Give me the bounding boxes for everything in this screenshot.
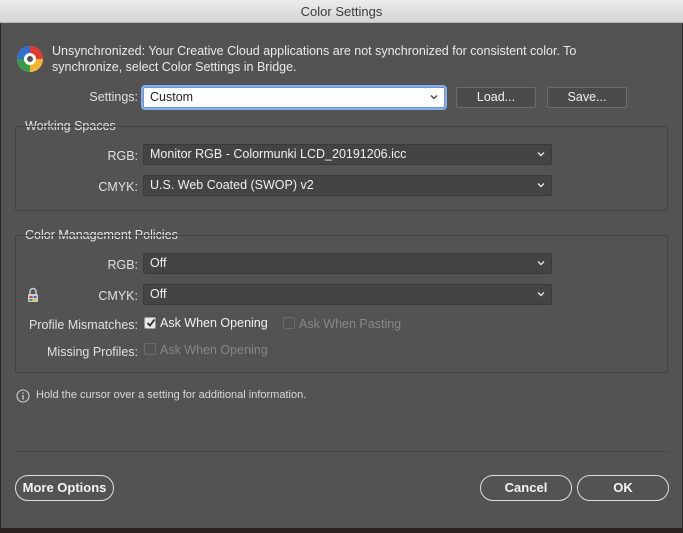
more-options-button[interactable]: More Options bbox=[15, 475, 114, 501]
settings-select[interactable]: Custom bbox=[143, 87, 445, 108]
background-app-strip bbox=[0, 528, 683, 533]
sync-message: Unsynchronized: Your Creative Cloud appl… bbox=[52, 43, 652, 75]
ws-cmyk-label: CMYK: bbox=[98, 180, 138, 194]
profile-mismatches-label: Profile Mismatches: bbox=[28, 318, 138, 332]
chevron-down-icon bbox=[430, 95, 438, 100]
chevron-down-icon bbox=[537, 292, 545, 297]
ws-rgb-label: RGB: bbox=[107, 149, 138, 163]
policy-rgb-label: RGB: bbox=[107, 258, 138, 272]
sync-color-wheel-icon bbox=[17, 46, 43, 72]
ok-button[interactable]: OK bbox=[577, 475, 669, 501]
window-title: Color Settings bbox=[0, 0, 683, 23]
working-spaces-group bbox=[15, 126, 668, 211]
ws-cmyk-value: U.S. Web Coated (SWOP) v2 bbox=[150, 178, 314, 192]
sync-message-line1: Unsynchronized: Your Creative Cloud appl… bbox=[52, 44, 577, 58]
settings-label: Settings: bbox=[89, 90, 138, 104]
ask-when-pasting-label: Ask When Pasting bbox=[299, 317, 402, 331]
load-button[interactable]: Load... bbox=[456, 87, 536, 108]
missing-ask-when-opening-label: Ask When Opening bbox=[160, 343, 268, 357]
chevron-down-icon bbox=[537, 183, 545, 188]
save-button[interactable]: Save... bbox=[547, 87, 627, 108]
lock-icon[interactable] bbox=[26, 287, 40, 303]
info-icon bbox=[16, 389, 30, 403]
policy-cmyk-label: CMYK: bbox=[98, 289, 138, 303]
policy-cmyk-select[interactable]: Off bbox=[143, 284, 552, 305]
color-settings-dialog: Unsynchronized: Your Creative Cloud appl… bbox=[0, 23, 683, 528]
checkmark-icon bbox=[146, 318, 156, 327]
ask-when-pasting-checkbox bbox=[283, 317, 295, 329]
policy-rgb-select[interactable]: Off bbox=[143, 253, 552, 274]
ask-when-opening-checkbox[interactable] bbox=[144, 317, 156, 329]
sync-message-line2: synchronize, select Color Settings in Br… bbox=[52, 60, 297, 74]
ws-rgb-value: Monitor RGB - Colormunki LCD_20191206.ic… bbox=[150, 147, 407, 161]
info-text: Hold the cursor over a setting for addit… bbox=[36, 389, 307, 401]
policy-cmyk-value: Off bbox=[150, 287, 167, 301]
ws-rgb-select[interactable]: Monitor RGB - Colormunki LCD_20191206.ic… bbox=[143, 144, 552, 165]
policy-rgb-value: Off bbox=[150, 256, 167, 270]
ask-when-opening-label[interactable]: Ask When Opening bbox=[160, 316, 268, 330]
settings-select-value: Custom bbox=[150, 90, 194, 104]
chevron-down-icon bbox=[537, 261, 545, 266]
cancel-button[interactable]: Cancel bbox=[480, 475, 572, 501]
ws-cmyk-select[interactable]: U.S. Web Coated (SWOP) v2 bbox=[143, 175, 552, 196]
footer-divider bbox=[15, 451, 668, 452]
missing-profiles-label: Missing Profiles: bbox=[47, 345, 138, 359]
missing-ask-when-opening-checkbox bbox=[144, 343, 156, 355]
chevron-down-icon bbox=[537, 152, 545, 157]
